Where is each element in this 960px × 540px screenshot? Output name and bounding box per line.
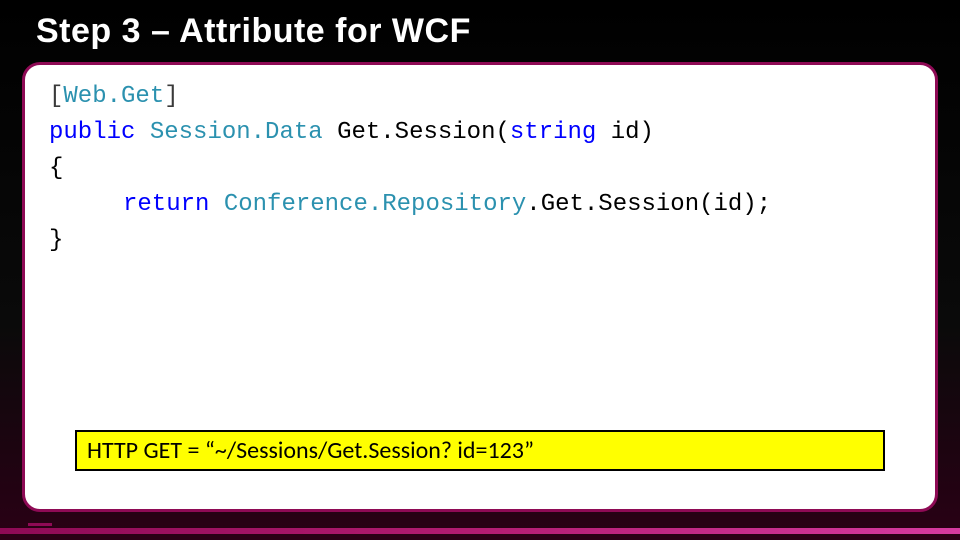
code-token: } (49, 227, 63, 254)
code-line-2: public Session.Data Get.Session(string i… (49, 115, 911, 151)
code-block: [Web.Get] public Session.Data Get.Sessio… (49, 79, 911, 259)
content-panel: [Web.Get] public Session.Data Get.Sessio… (22, 62, 938, 512)
code-token: public (49, 119, 135, 146)
code-line-1: [Web.Get] (49, 79, 911, 115)
slide-title: Step 3 – Attribute for WCF (36, 12, 924, 51)
code-token: Web.Get (63, 83, 164, 110)
http-get-highlight: HTTP GET = “~/Sessions/Get.Session? id=1… (75, 430, 885, 471)
code-token: string (510, 119, 596, 146)
code-token: return (123, 191, 209, 218)
code-token: ] (164, 83, 178, 110)
code-token: ( (496, 119, 510, 146)
code-line-5: } (49, 223, 911, 259)
code-token: ) (640, 119, 654, 146)
code-token: . (526, 191, 540, 218)
code-token: id (611, 119, 640, 146)
code-token: Session.Data (150, 119, 323, 146)
code-token: Conference.Repository (224, 191, 526, 218)
slide-root: Step 3 – Attribute for WCF [Web.Get] pub… (0, 0, 960, 540)
accent-bar (0, 528, 960, 534)
code-token: Get.Session (337, 119, 495, 146)
code-line-3: { (49, 151, 911, 187)
code-token: { (49, 155, 63, 182)
accent-tick (28, 523, 52, 526)
code-line-4: return Conference.Repository.Get.Session… (49, 187, 911, 223)
code-token: Get.Session (541, 191, 699, 218)
code-token: (id); (699, 191, 771, 218)
code-token: [ (49, 83, 63, 110)
